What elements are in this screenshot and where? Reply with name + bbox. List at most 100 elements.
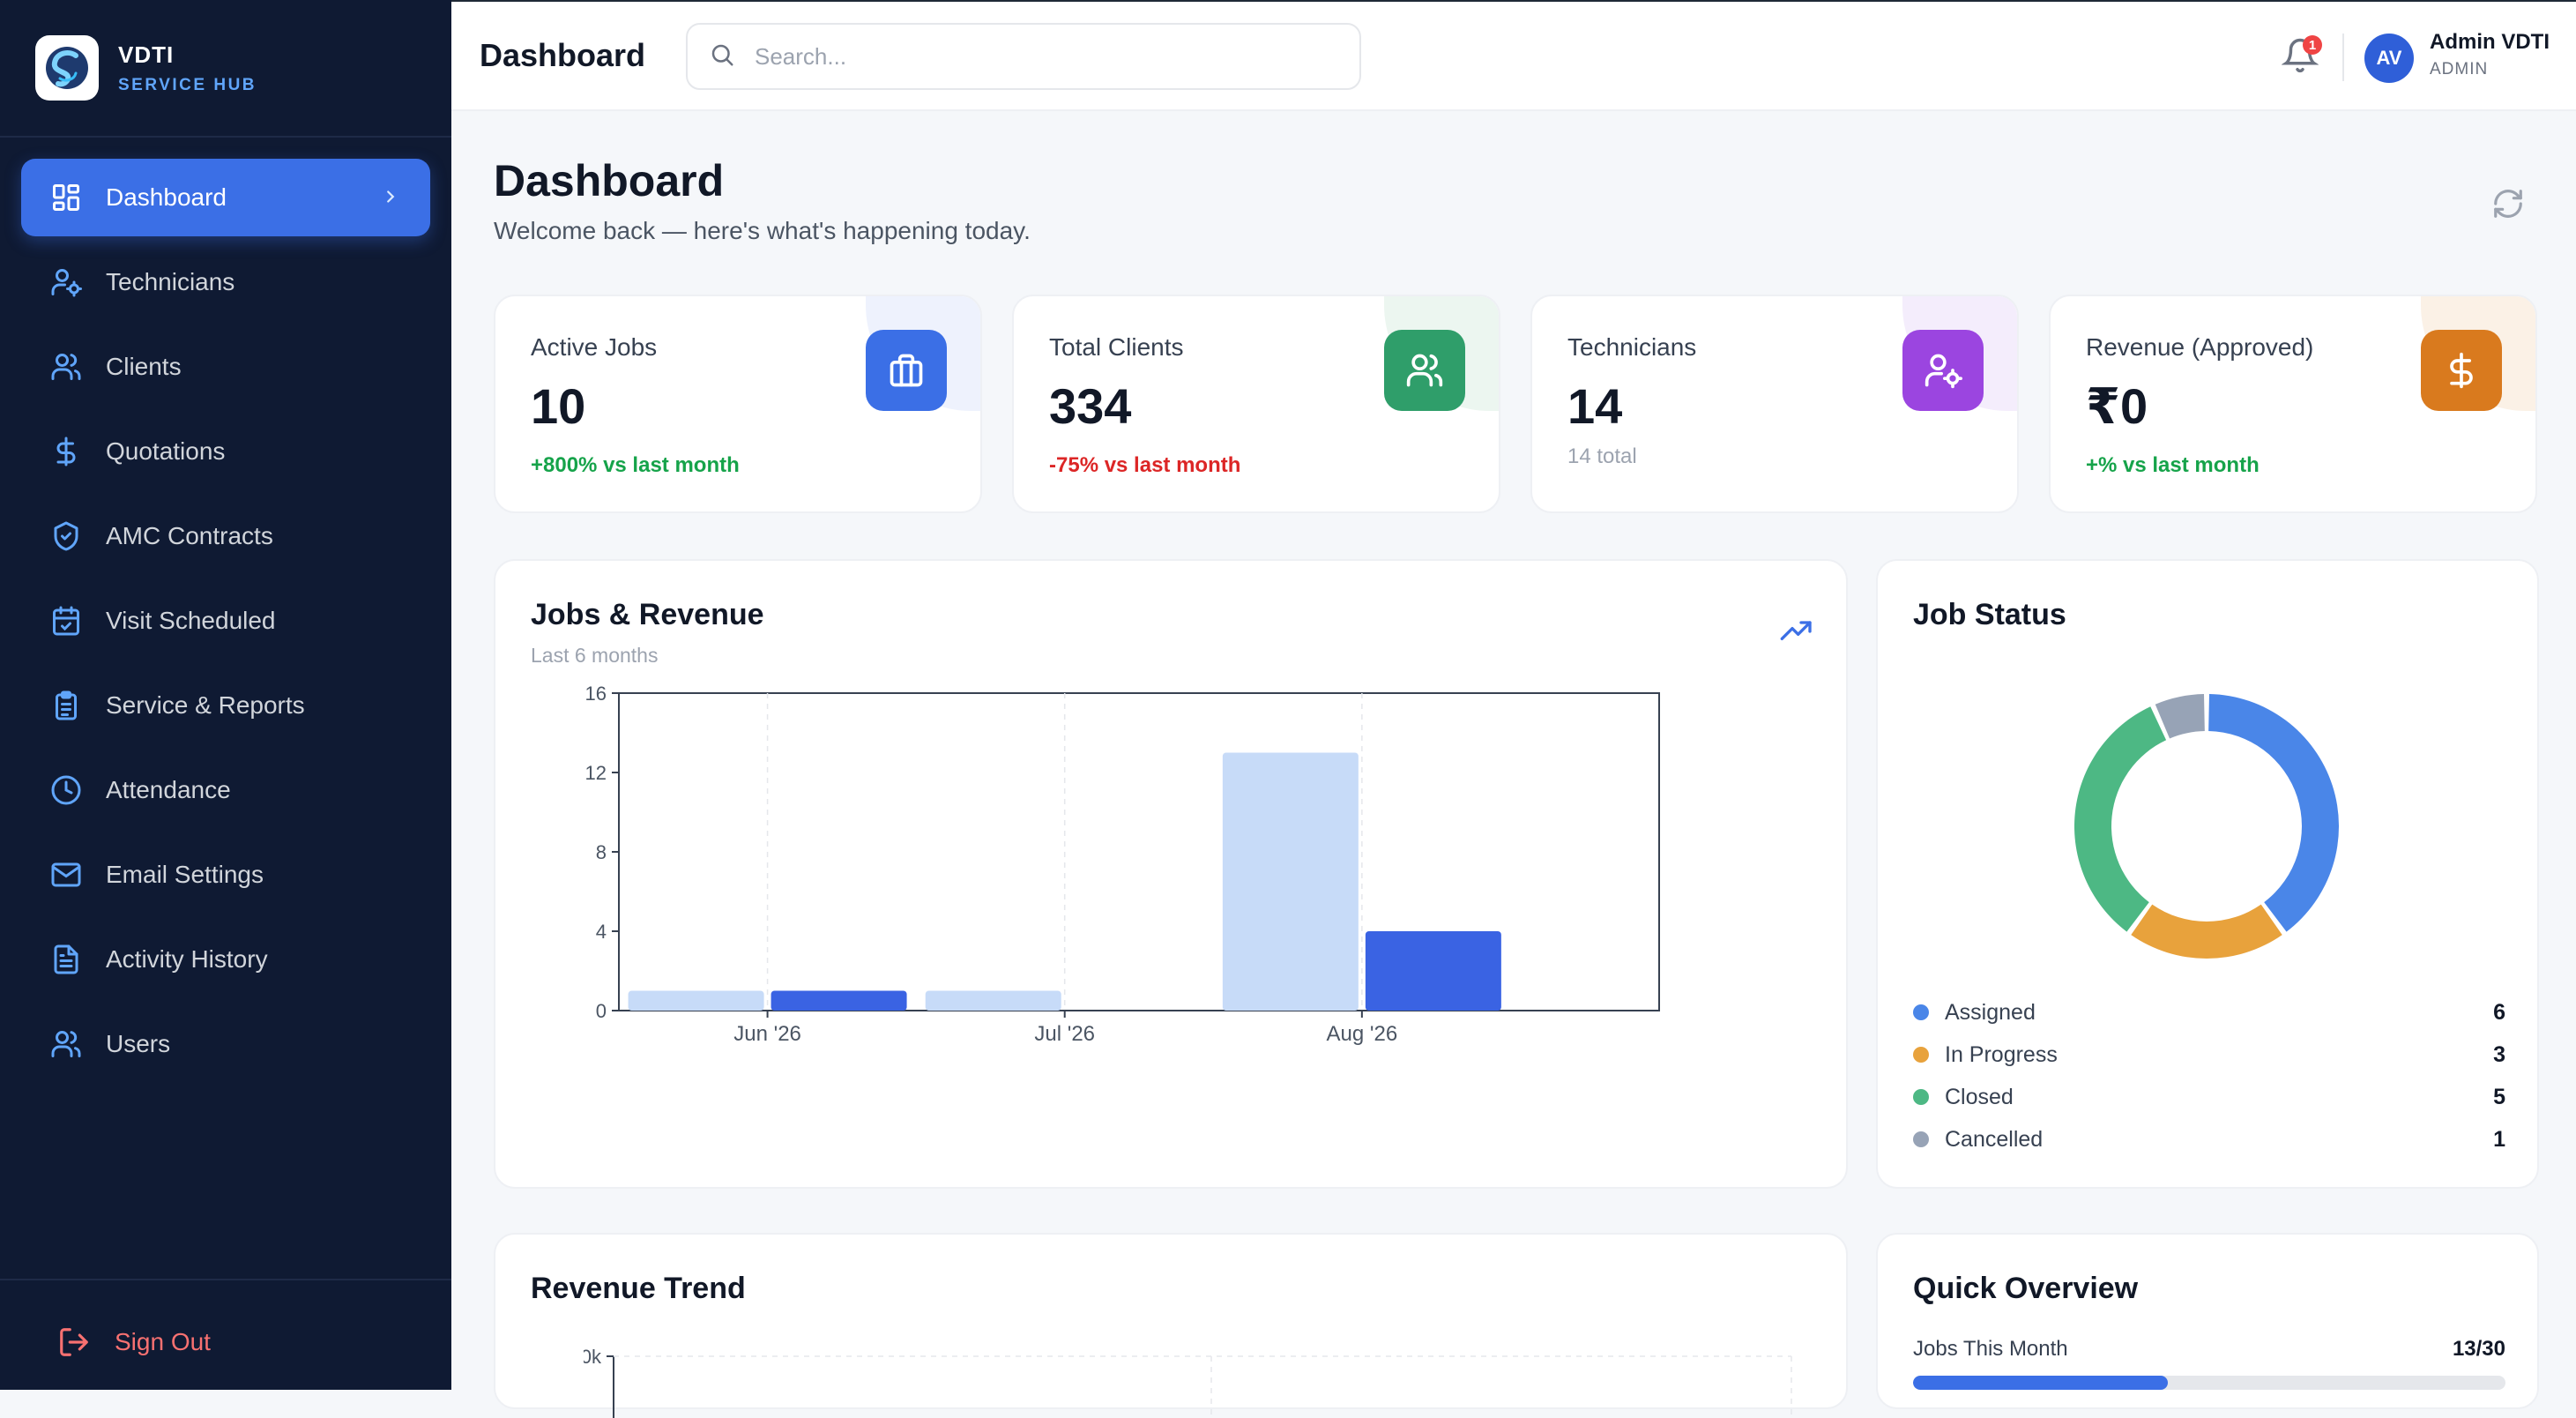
sidebar-item-label: Service & Reports [106,691,305,719]
sidebar-item-email-settings[interactable]: Email Settings [21,836,430,914]
sidebar: VDTI SERVICE HUB Dashboard Technicians C… [0,0,451,1390]
stat-label: Active Jobs [531,333,658,361]
stat-change: +% vs last month [2086,453,2260,477]
briefcase-icon [866,330,947,411]
stat-total: 14 total [1567,444,1637,468]
refresh-button[interactable] [2491,187,2527,222]
legend-dot [1913,1089,1929,1105]
sidebar-nav: Dashboard Technicians Clients Quotations [21,159,430,1090]
panel-title: Quick Overview [1913,1272,2139,1305]
panel-title: Revenue Trend [531,1272,746,1305]
search-input[interactable] [753,41,1321,71]
plot-frame [618,692,1660,1011]
donut-slice [2074,706,2167,932]
user-gear-icon [1902,330,1984,411]
bar [771,990,907,1011]
sidebar-item-label: Clients [106,353,182,380]
legend-value: 1 [2493,1126,2505,1152]
y-tick-label: 12 [585,762,607,784]
sidebar-divider [0,1279,451,1280]
panel-subtitle: Last 6 months [531,644,659,667]
users-icon [49,1027,83,1061]
stat-card-technicians[interactable]: Technicians 14 14 total [1530,295,2019,513]
bar [925,990,1061,1011]
topbar: Dashboard 1 AV Admin VDTI ADMIN [451,0,2576,111]
users-icon [49,350,83,384]
sign-out-button[interactable]: Sign Out [56,1325,211,1360]
sidebar-item-label: Dashboard [106,183,227,211]
panel-title: Job Status [1913,598,2066,631]
x-tick-label: Jun '26 [733,1022,801,1046]
bell-icon [2281,38,2319,78]
jobs-revenue-panel: Jobs & Revenue Last 6 months Jun '26 Jul … [494,559,1848,1189]
legend-label: In Progress [1945,1041,2058,1067]
sidebar-item-dashboard[interactable]: Dashboard [21,159,430,236]
legend-item-assigned: Assigned 6 [1913,991,2505,1034]
page-subtitle: Welcome back — here's what's happening t… [494,217,1031,244]
sidebar-item-amc-contracts[interactable]: AMC Contracts [21,497,430,575]
stat-change: -75% vs last month [1049,453,1241,477]
sidebar-item-label: Email Settings [106,861,264,888]
sidebar-item-users[interactable]: Users [21,1005,430,1083]
header-title: Dashboard [480,37,646,73]
job-status-legend: Assigned 6 In Progress 3 Closed 5 Cancel… [1913,991,2505,1161]
legend-item-closed: Closed 5 [1913,1076,2505,1118]
stat-label: Technicians [1567,333,1697,361]
sidebar-item-label: Attendance [106,776,231,803]
donut-slice [2155,694,2205,739]
progress-track [1913,1376,2505,1390]
quick-overview-panel: Quick Overview Jobs This Month 13/30 [1876,1233,2539,1409]
sidebar-item-visit-scheduled[interactable]: Visit Scheduled [21,582,430,660]
y-tick-label: ₹0k [584,1346,602,1368]
revenue-trend-panel: Revenue Trend ₹0k [494,1233,1848,1418]
sidebar-item-label: Activity History [106,945,268,973]
users-icon [1384,330,1465,411]
notifications-button[interactable]: 1 [2281,35,2322,78]
sidebar-item-technicians[interactable]: Technicians [21,243,430,321]
dollar-icon [49,435,83,468]
legend-item-in-progress: In Progress 3 [1913,1034,2505,1076]
dollar-icon [2421,330,2502,411]
brand-subtitle: SERVICE HUB [118,75,257,94]
sidebar-item-label: AMC Contracts [106,522,273,549]
search-box[interactable] [686,23,1361,90]
y-tick-label: 0 [596,1000,607,1022]
stat-card-total-clients[interactable]: Total Clients 334 -75% vs last month [1012,295,1500,513]
legend-value: 3 [2493,1041,2505,1067]
sidebar-item-activity-history[interactable]: Activity History [21,921,430,998]
avatar[interactable]: AV [2364,34,2414,83]
legend-label: Cancelled [1945,1126,2044,1152]
sidebar-item-service-reports[interactable]: Service & Reports [21,667,430,744]
bar [1365,931,1501,1011]
y-tick-label: 4 [596,921,607,943]
document-icon [49,943,83,976]
stat-card-active-jobs[interactable]: Active Jobs 10 +800% vs last month [494,295,982,513]
overview-label: Jobs This Month [1913,1337,2068,1361]
sign-out-icon [56,1325,92,1360]
notification-badge: 1 [2303,35,2322,55]
search-icon [709,41,735,72]
calendar-check-icon [49,604,83,638]
sidebar-item-attendance[interactable]: Attendance [21,751,430,829]
bar [1222,752,1359,1011]
bar [628,990,764,1011]
jobs-this-month-row: Jobs This Month 13/30 [1913,1337,2505,1362]
sidebar-item-quotations[interactable]: Quotations [21,413,430,490]
job-status-panel: Job Status Assigned 6 In Progress 3 Clos… [1876,559,2539,1189]
user-name[interactable]: Admin VDTI [2430,30,2550,55]
clipboard-icon [49,689,83,722]
job-status-donut [2074,694,2339,959]
chevron-right-icon [381,185,400,214]
header-divider [2342,34,2344,81]
brand[interactable]: VDTI SERVICE HUB [35,34,257,102]
donut-slice [2208,694,2339,932]
stat-change: +800% vs last month [531,453,740,477]
page-title: Dashboard [494,156,725,205]
grid-icon [49,181,83,214]
panel-title: Jobs & Revenue [531,598,764,631]
sidebar-item-clients[interactable]: Clients [21,328,430,406]
stat-card-revenue[interactable]: Revenue (Approved) ₹0 +% vs last month [2049,295,2537,513]
donut-slice [2131,904,2282,959]
x-tick-label: Aug '26 [1327,1022,1398,1046]
stat-value: 10 [531,378,586,434]
